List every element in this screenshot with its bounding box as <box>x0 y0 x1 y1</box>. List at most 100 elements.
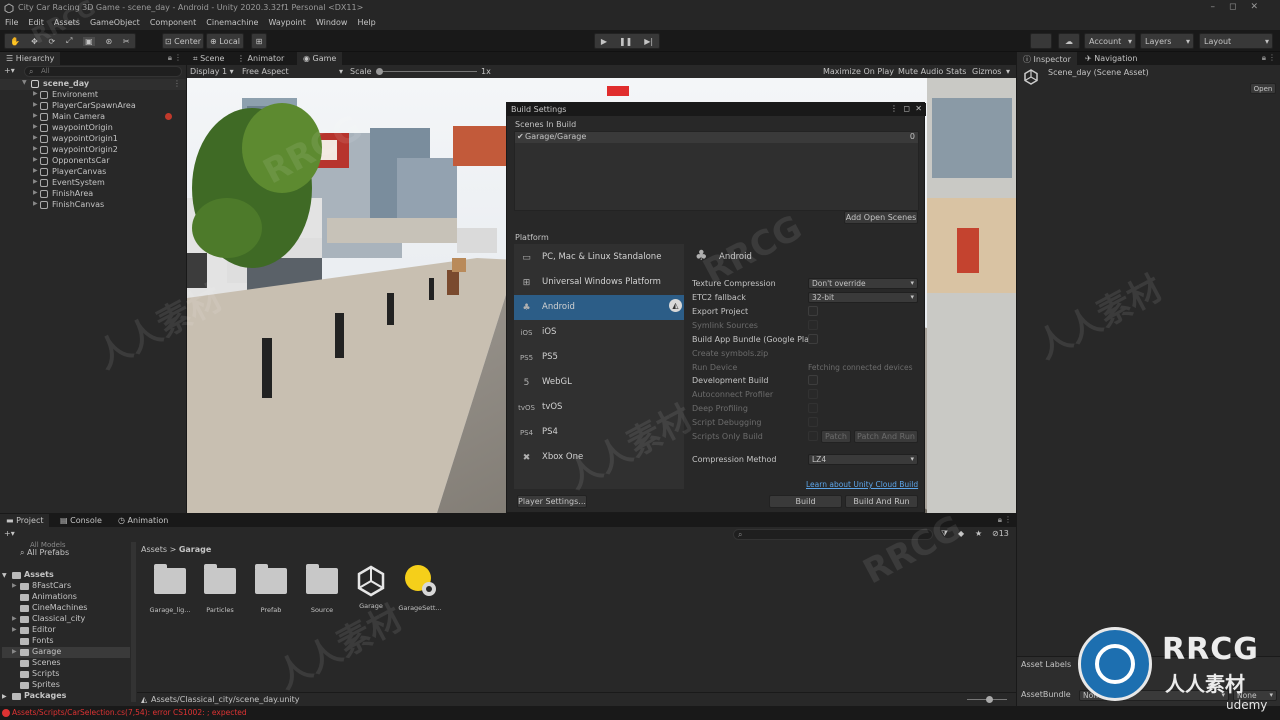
scene-row[interactable]: ▼ scene_day ⋮ <box>0 79 186 90</box>
hierarchy-item[interactable]: ▶ OpponentsCar <box>0 156 186 167</box>
icon-size-slider-thumb[interactable] <box>986 696 993 703</box>
open-button[interactable]: Open <box>1250 83 1276 94</box>
star-icon[interactable]: ★ <box>975 529 982 538</box>
development-build-checkbox[interactable] <box>808 375 818 385</box>
patch-button[interactable]: Patch <box>821 430 851 443</box>
build-settings-titlebar[interactable]: Build Settings ⋮ ◻ ✕ <box>507 103 926 116</box>
create-button[interactable]: +▾ <box>4 529 15 538</box>
hierarchy-item[interactable]: ▶ PlayerCanvas <box>0 167 186 178</box>
move-tool-icon[interactable]: ✥ <box>31 37 38 46</box>
custom-tool-icon[interactable]: ✂ <box>123 37 130 46</box>
maximize-icon[interactable]: ◻ <box>903 104 910 113</box>
more-icon[interactable]: ⋮ <box>1004 515 1012 524</box>
menu-cinemachine[interactable]: Cinemachine <box>201 16 263 27</box>
export-project-checkbox[interactable] <box>808 306 818 316</box>
chevron-right-icon[interactable]: ▶ <box>12 582 17 589</box>
play-icon[interactable]: ▶ <box>601 37 607 46</box>
chevron-right-icon[interactable]: ▶ <box>33 112 38 119</box>
status-error-message[interactable]: Assets/Scripts/CarSelection.cs(7,54): er… <box>12 708 247 717</box>
filter-type-icon[interactable]: ⧩ <box>941 529 948 539</box>
check-icon[interactable]: ✔ <box>517 132 524 141</box>
tree-folder-item[interactable]: Scripts <box>2 669 130 680</box>
add-button[interactable]: +▾ <box>4 66 18 76</box>
platform-item[interactable]: ⊞ Universal Windows Platform <box>514 270 684 295</box>
build-and-run-button[interactable]: Build And Run <box>845 495 918 508</box>
project-search[interactable]: ⌕ <box>733 529 933 540</box>
patch-and-run-button[interactable]: Patch And Run <box>854 430 918 443</box>
more-icon[interactable]: ⋮ <box>173 79 181 88</box>
chevron-right-icon[interactable]: ▶ <box>33 156 38 163</box>
asset-folder-particles[interactable]: Particles <box>195 564 245 614</box>
maximize-on-play-toggle[interactable]: Maximize On Play <box>823 67 894 76</box>
hierarchy-item[interactable]: ▶ EventSystem <box>0 178 186 189</box>
deep-profiling-checkbox[interactable] <box>808 403 818 413</box>
rect-tool-icon[interactable]: ▣ <box>83 36 95 46</box>
stats-toggle[interactable]: Stats <box>946 67 966 76</box>
gizmos-toggle[interactable]: Gizmos <box>972 67 1001 76</box>
tree-folder-item[interactable]: ▶ Editor <box>2 625 130 636</box>
chevron-right-icon[interactable]: ▶ <box>33 200 38 207</box>
chevron-right-icon[interactable]: ▶ <box>33 167 38 174</box>
add-open-scenes-button[interactable]: Add Open Scenes <box>844 211 918 224</box>
window-controls[interactable]: –◻✕ <box>1210 2 1272 12</box>
display-dropdown[interactable]: Display 1 ▾ <box>190 67 234 76</box>
platform-item[interactable]: PS5 PS5 <box>514 345 684 370</box>
lock-icon[interactable]: 🔒︎ <box>998 515 1002 525</box>
transform-tools[interactable]: ✋ ✥ ⟳ ⤢ ▣ ⊛ ✂ <box>4 33 136 49</box>
breadcrumb-assets[interactable]: Assets <box>141 545 167 554</box>
hidden-packages-icon[interactable]: ⊘13 <box>992 529 1009 538</box>
grid-snap-button[interactable]: ⊞ <box>251 33 267 49</box>
aspect-dropdown[interactable]: Free Aspect <box>242 67 289 76</box>
pause-icon[interactable]: ❚❚ <box>619 37 632 46</box>
hierarchy-item[interactable]: ▶ waypointOrigin2 <box>0 145 186 156</box>
layout-dropdown[interactable]: Layout ▾ <box>1199 33 1273 49</box>
tree-assets-root[interactable]: ▼ Assets <box>2 570 54 581</box>
platform-item[interactable]: ✖ Xbox One <box>514 445 684 470</box>
transform-tool-icon[interactable]: ⊛ <box>105 37 112 46</box>
chevron-down-icon[interactable]: ▼ <box>22 79 27 86</box>
tab-console[interactable]: ▤ Console <box>54 514 108 527</box>
more-icon[interactable]: ⋮ <box>1268 53 1276 62</box>
pivot-local-toggle[interactable]: ⊕ Local <box>206 33 244 49</box>
tab-animator[interactable]: ⋮ Animator <box>231 52 291 65</box>
tree-scrollbar[interactable] <box>131 542 136 702</box>
player-settings-button[interactable]: Player Settings... <box>517 495 587 508</box>
hierarchy-item[interactable]: ▶ Main Camera <box>0 112 186 123</box>
tab-project[interactable]: ▬ Project <box>0 514 50 527</box>
etc2-fallback-dropdown[interactable]: 32-bit <box>808 292 918 303</box>
chevron-right-icon[interactable]: ▶ <box>33 134 38 141</box>
mute-audio-toggle[interactable]: Mute Audio <box>898 67 943 76</box>
script-debugging-checkbox[interactable] <box>808 417 818 427</box>
chevron-right-icon[interactable]: ▶ <box>33 90 38 97</box>
layers-dropdown[interactable]: Layers ▾ <box>1140 33 1194 49</box>
texture-compression-dropdown[interactable]: Don't override <box>808 278 918 289</box>
hierarchy-item[interactable]: ▶ PlayerCarSpawnArea <box>0 101 186 112</box>
hierarchy-item[interactable]: ▶ waypointOrigin <box>0 123 186 134</box>
chevron-right-icon[interactable]: ▶ <box>33 178 38 185</box>
chevron-right-icon[interactable]: ▶ <box>33 123 38 130</box>
tree-folder-item[interactable]: Sprites <box>2 680 130 691</box>
platform-item[interactable]: iOS iOS <box>514 320 684 345</box>
asset-lighting-settings[interactable]: GarageSett... <box>395 565 445 612</box>
rotate-tool-icon[interactable]: ⟳ <box>49 37 56 46</box>
autoconnect-profiler-checkbox[interactable] <box>808 389 818 399</box>
hierarchy-item[interactable]: ▶ Environemt <box>0 90 186 101</box>
account-dropdown[interactable]: Account ▾ <box>1084 33 1136 49</box>
scale-slider-thumb[interactable] <box>376 68 383 75</box>
lock-icon[interactable]: 🔒︎ <box>1262 53 1266 63</box>
chevron-right-icon[interactable]: ▶ <box>33 189 38 196</box>
tab-inspector[interactable]: ⓘ Inspector <box>1017 52 1077 65</box>
tree-folder-item[interactable]: Fonts <box>2 636 130 647</box>
tree-folder-item[interactable]: ▶ 8FastCars <box>2 581 130 592</box>
collab-button[interactable] <box>1030 33 1052 49</box>
favorite-all-prefabs[interactable]: ⌕ All Prefabs <box>20 548 69 559</box>
menu-component[interactable]: Component <box>145 16 201 27</box>
scale-slider[interactable] <box>377 71 477 72</box>
chevron-right-icon[interactable]: ▶ <box>12 648 17 655</box>
menu-edit[interactable]: Edit <box>23 16 49 27</box>
chevron-down-icon[interactable]: ▾ <box>1006 67 1010 76</box>
compression-method-dropdown[interactable]: LZ4 <box>808 454 918 465</box>
close-icon[interactable]: ✕ <box>915 104 922 113</box>
tab-scene[interactable]: ⌗ Scene <box>187 52 231 65</box>
chevron-right-icon[interactable]: ▶ <box>33 101 38 108</box>
